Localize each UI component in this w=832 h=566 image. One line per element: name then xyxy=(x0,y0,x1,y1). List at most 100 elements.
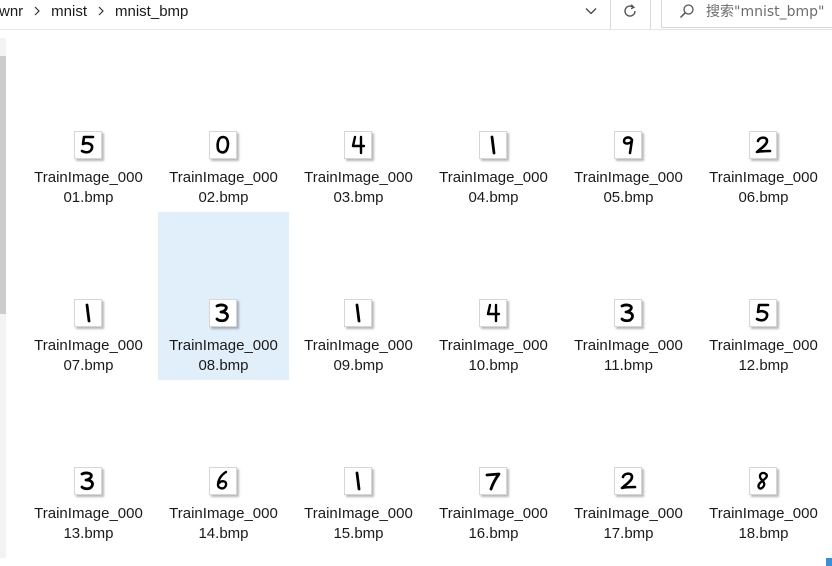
file-item[interactable]: TrainImage_000 12.bmp xyxy=(698,212,829,380)
file-name: TrainImage_000 08.bmp xyxy=(154,336,293,376)
file-item[interactable]: TrainImage_000 08.bmp xyxy=(158,212,289,380)
breadcrumb-item-mnist-bmp[interactable]: mnist_bmp xyxy=(112,3,191,20)
file-name-line: 03.bmp xyxy=(333,189,384,206)
file-name-line: TrainImage_000 xyxy=(574,337,683,354)
file-name-line: TrainImage_000 xyxy=(304,505,413,522)
chevron-right-icon[interactable] xyxy=(90,6,112,16)
file-item[interactable]: TrainImage_000 10.bmp xyxy=(428,212,559,380)
file-item[interactable]: TrainImage_000 06.bmp xyxy=(698,44,829,212)
chevron-down-icon xyxy=(585,8,597,15)
search-placeholder: 搜索"mnist_bmp" xyxy=(706,4,825,20)
file-thumbnail xyxy=(74,467,102,495)
file-item[interactable]: TrainImage_000 13.bmp xyxy=(23,380,154,548)
view-toggle[interactable] xyxy=(826,558,832,566)
file-name-line: TrainImage_000 xyxy=(169,505,278,522)
breadcrumb-item-wnr[interactable]: wnr xyxy=(0,3,26,20)
file-item[interactable]: TrainImage_000 01.bmp xyxy=(23,44,154,212)
file-name-line: TrainImage_000 xyxy=(304,169,413,186)
file-name-line: TrainImage_000 xyxy=(709,169,818,186)
file-name-line: TrainImage_000 xyxy=(439,337,548,354)
file-thumbnail xyxy=(479,299,507,327)
file-item[interactable]: TrainImage_000 14.bmp xyxy=(158,380,289,548)
file-thumbnail xyxy=(749,131,777,159)
file-name-line: 13.bmp xyxy=(63,525,114,542)
file-thumbnail xyxy=(614,299,642,327)
file-item[interactable]: TrainImage_000 07.bmp xyxy=(23,212,154,380)
file-name-line: TrainImage_000 xyxy=(169,337,278,354)
file-name-line: TrainImage_000 xyxy=(34,505,143,522)
file-item[interactable]: TrainImage_000 17.bmp xyxy=(563,380,694,548)
file-thumbnail xyxy=(209,131,237,159)
toolbar-divider xyxy=(650,0,651,29)
file-name-line: 01.bmp xyxy=(63,189,114,206)
file-name-line: 07.bmp xyxy=(63,357,114,374)
file-thumbnail xyxy=(209,299,237,327)
file-item[interactable]: TrainImage_000 04.bmp xyxy=(428,44,559,212)
file-thumbnail xyxy=(344,467,372,495)
file-name: TrainImage_000 14.bmp xyxy=(154,504,293,544)
file-name: TrainImage_000 10.bmp xyxy=(424,336,563,376)
file-thumbnail xyxy=(479,467,507,495)
file-name-line: 17.bmp xyxy=(603,525,654,542)
file-item[interactable]: TrainImage_000 16.bmp xyxy=(428,380,559,548)
file-name-line: TrainImage_000 xyxy=(304,337,413,354)
file-name-line: 14.bmp xyxy=(198,525,249,542)
file-name-line: TrainImage_000 xyxy=(574,169,683,186)
file-name-line: 05.bmp xyxy=(603,189,654,206)
file-name: TrainImage_000 03.bmp xyxy=(289,168,428,208)
file-name-line: 12.bmp xyxy=(738,357,789,374)
breadcrumb-item-mnist[interactable]: mnist xyxy=(48,3,90,20)
file-name-line: TrainImage_000 xyxy=(439,505,548,522)
file-name-line: 04.bmp xyxy=(468,189,519,206)
file-item[interactable]: TrainImage_000 11.bmp xyxy=(563,212,694,380)
file-name-line: TrainImage_000 xyxy=(574,505,683,522)
file-thumbnail xyxy=(74,131,102,159)
file-name: TrainImage_000 11.bmp xyxy=(559,336,698,376)
file-name-line: 15.bmp xyxy=(333,525,384,542)
file-thumbnail xyxy=(614,131,642,159)
file-item[interactable]: TrainImage_000 02.bmp xyxy=(158,44,289,212)
scrollbar-thumb[interactable] xyxy=(0,56,6,314)
file-name-line: 06.bmp xyxy=(738,189,789,206)
file-item[interactable]: TrainImage_000 15.bmp xyxy=(293,380,424,548)
file-name-line: 18.bmp xyxy=(738,525,789,542)
file-name-line: TrainImage_000 xyxy=(169,169,278,186)
file-name: TrainImage_000 16.bmp xyxy=(424,504,563,544)
file-name: TrainImage_000 09.bmp xyxy=(289,336,428,376)
file-name: TrainImage_000 01.bmp xyxy=(19,168,158,208)
file-name-line: 09.bmp xyxy=(333,357,384,374)
file-thumbnail xyxy=(749,299,777,327)
toolbar-divider xyxy=(610,0,611,29)
file-name-line: 16.bmp xyxy=(468,525,519,542)
file-item[interactable]: TrainImage_000 05.bmp xyxy=(563,44,694,212)
refresh-icon xyxy=(624,4,636,17)
chevron-right-icon[interactable] xyxy=(26,6,48,16)
file-name-line: 10.bmp xyxy=(468,357,519,374)
file-name-line: 02.bmp xyxy=(198,189,249,206)
file-thumbnail xyxy=(344,299,372,327)
file-name-line: TrainImage_000 xyxy=(709,505,818,522)
file-name: TrainImage_000 18.bmp xyxy=(694,504,832,544)
file-thumbnail xyxy=(749,467,777,495)
file-thumbnail xyxy=(614,467,642,495)
file-name: TrainImage_000 15.bmp xyxy=(289,504,428,544)
file-name: TrainImage_000 13.bmp xyxy=(19,504,158,544)
scrollbar[interactable] xyxy=(0,38,6,558)
refresh-button[interactable] xyxy=(612,0,648,22)
file-name: TrainImage_000 17.bmp xyxy=(559,504,698,544)
file-name-line: TrainImage_000 xyxy=(709,337,818,354)
file-item[interactable]: TrainImage_000 18.bmp xyxy=(698,380,829,548)
file-item[interactable]: TrainImage_000 03.bmp xyxy=(293,44,424,212)
address-bar: wnr mnist mnist_bmp 搜索"mnist_bmp" xyxy=(0,0,832,30)
file-thumbnail xyxy=(74,299,102,327)
search-icon xyxy=(676,0,698,22)
file-name-line: 08.bmp xyxy=(198,357,249,374)
file-name-line: TrainImage_000 xyxy=(34,169,143,186)
recent-locations-button[interactable] xyxy=(576,0,606,22)
file-name-line: TrainImage_000 xyxy=(439,169,548,186)
file-name: TrainImage_000 06.bmp xyxy=(694,168,832,208)
file-thumbnail xyxy=(479,131,507,159)
file-item[interactable]: TrainImage_000 09.bmp xyxy=(293,212,424,380)
file-name: TrainImage_000 05.bmp xyxy=(559,168,698,208)
search-input[interactable]: 搜索"mnist_bmp" xyxy=(661,0,832,28)
